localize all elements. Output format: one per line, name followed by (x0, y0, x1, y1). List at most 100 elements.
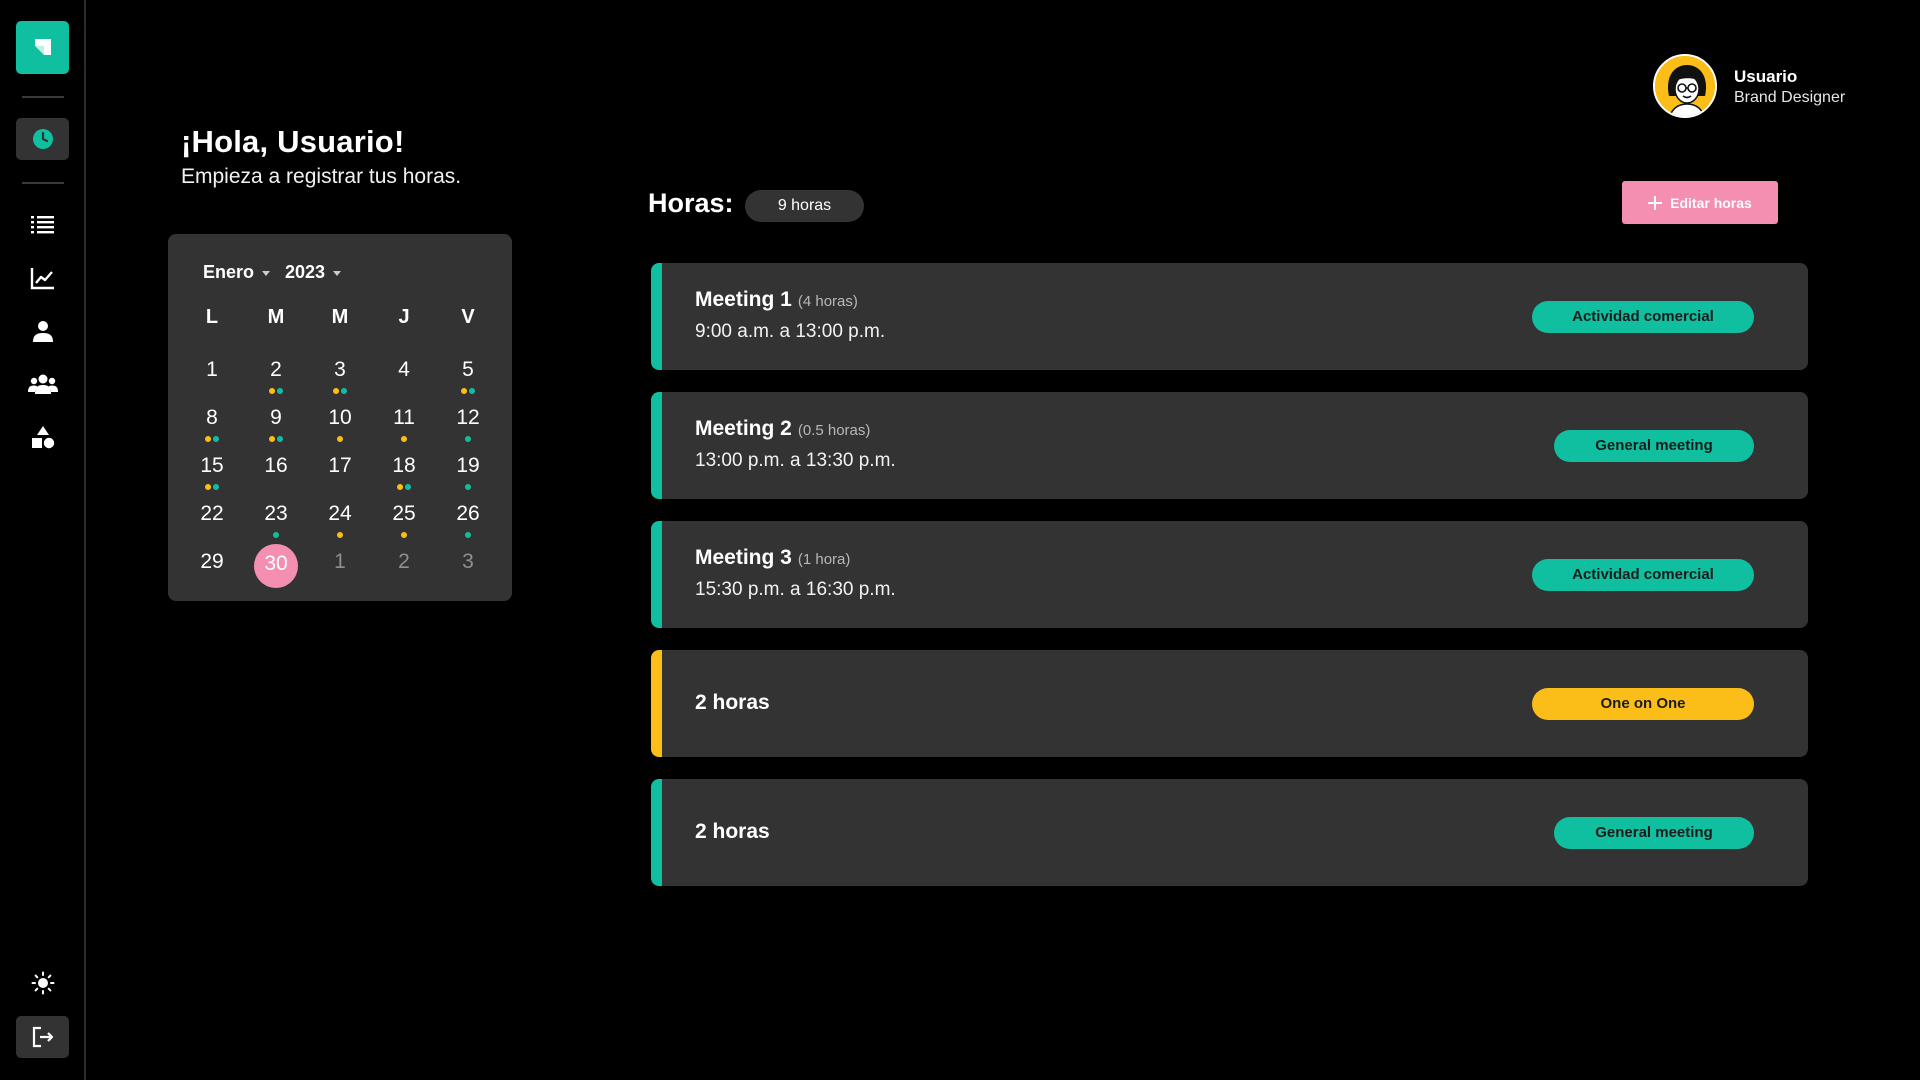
user-name: Usuario (1734, 67, 1798, 86)
nav-logout[interactable] (16, 1016, 69, 1058)
calendar-cell: 10 (308, 400, 372, 448)
nav-shapes[interactable] (16, 416, 69, 458)
event-indicator-dots (465, 532, 471, 538)
edit-hours-button[interactable]: Editar horas (1622, 181, 1778, 224)
calendar-day[interactable]: 1 (190, 352, 234, 396)
nav-user[interactable] (16, 310, 69, 352)
event-card[interactable]: 2 horas One on One (651, 650, 1808, 757)
calendar-cell: 15 (180, 448, 244, 496)
app-logo[interactable] (16, 21, 69, 74)
calendar-cell: 23 (244, 496, 308, 544)
event-dot (213, 436, 219, 442)
event-color-bar (651, 779, 662, 886)
event-indicator-dots (465, 484, 471, 490)
event-color-bar (651, 392, 662, 499)
calendar-cell: 17 (308, 448, 372, 496)
year-select[interactable]: 2023 (285, 262, 342, 283)
weekday-header-row: L M M J V (180, 304, 500, 352)
calendar-cell: 1 (308, 544, 372, 592)
group-icon (27, 374, 58, 394)
event-indicator-dots (397, 484, 411, 490)
event-title-row: 2 horas (695, 691, 770, 715)
event-title: 2 horas (695, 820, 770, 843)
nav-group[interactable] (16, 363, 69, 405)
event-title: Meeting 2 (695, 417, 792, 440)
sidebar (0, 0, 86, 1080)
event-card[interactable]: Meeting 1 (4 horas) 9:00 a.m. a 13:00 p.m.… (651, 263, 1808, 370)
event-duration: (1 hora) (797, 551, 851, 568)
event-dot (273, 532, 279, 538)
event-card[interactable]: Meeting 3 (1 hora) 15:30 p.m. a 16:30 p.m.… (651, 521, 1808, 628)
event-dot (205, 484, 211, 490)
calendar: Enero 2023 L M M J V 1 2 3 4 5 8 9 10 11 12 15 16 17… (168, 234, 512, 601)
event-indicator-dots (269, 436, 283, 442)
calendar-cell: 1 (180, 352, 244, 400)
event-dot (277, 436, 283, 442)
calendar-cell: 22 (180, 496, 244, 544)
calendar-day[interactable]: 1 (318, 544, 362, 588)
calendar-cell: 18 (372, 448, 436, 496)
event-title: 2 horas (695, 691, 770, 714)
calendar-cell: 19 (436, 448, 500, 496)
event-card[interactable]: 2 horas General meeting (651, 779, 1808, 886)
user-role: Brand Designer (1734, 89, 1846, 106)
clock-icon (32, 129, 53, 149)
calendar-week-row: 12345 (180, 352, 500, 400)
event-title: Meeting 3 (695, 546, 792, 569)
event-dot (337, 532, 343, 538)
weekday-label: J (398, 306, 410, 328)
nav-theme-toggle[interactable] (16, 962, 69, 1004)
nav-chart[interactable] (16, 257, 69, 299)
calendar-day[interactable]: 17 (318, 448, 362, 492)
logo-icon (34, 38, 51, 55)
event-indicator-dots (401, 532, 407, 538)
event-dot (333, 388, 339, 394)
event-card[interactable]: Meeting 2 (0.5 horas) 13:00 p.m. a 13:30 p… (651, 392, 1808, 499)
event-time: 13:00 p.m. a 13:30 p.m. (695, 450, 896, 471)
calendar-cell: 30 (244, 544, 308, 592)
nav-list[interactable] (16, 203, 69, 245)
event-indicator-dots (337, 532, 343, 538)
event-dot (205, 436, 211, 442)
avatar[interactable] (1653, 54, 1717, 118)
calendar-cell: 5 (436, 352, 500, 400)
event-category-tag[interactable]: General meeting (1554, 817, 1754, 849)
event-color-bar (651, 263, 662, 370)
event-indicator-dots (205, 484, 219, 490)
event-dot (269, 436, 275, 442)
chevron-down-icon (333, 271, 342, 276)
event-category-tag[interactable]: One on One (1532, 688, 1754, 720)
greeting-subtitle: Empieza a registrar tus horas. (181, 165, 462, 188)
calendar-cell: 8 (180, 400, 244, 448)
calendar-day[interactable]: 3 (446, 544, 490, 588)
month-select[interactable]: Enero (203, 262, 271, 283)
calendar-cell: 4 (372, 352, 436, 400)
calendar-day[interactable]: 22 (190, 496, 234, 540)
calendar-week-row: 15 16 17 18 19 (180, 448, 500, 496)
event-category-tag[interactable]: General meeting (1554, 430, 1754, 462)
event-dot (469, 388, 475, 394)
event-duration: (4 horas) (797, 293, 858, 310)
calendar-day[interactable]: 16 (254, 448, 298, 492)
event-title-row: Meeting 1 (4 horas) (695, 288, 858, 312)
calendar-day[interactable]: 2 (382, 544, 426, 588)
calendar-cell: 16 (244, 448, 308, 496)
event-indicator-dots (461, 388, 475, 394)
calendar-day-selected[interactable]: 30 (254, 544, 298, 588)
event-category-tag[interactable]: Actividad comercial (1532, 559, 1754, 591)
event-title-row: Meeting 3 (1 hora) (695, 546, 850, 570)
calendar-week-row: 22 23 24 25 26 (180, 496, 500, 544)
event-dot (213, 484, 219, 490)
nav-clock[interactable] (16, 118, 69, 160)
event-dot (269, 388, 275, 394)
weekday-label: M (331, 306, 349, 328)
plus-icon (1648, 195, 1663, 210)
calendar-day[interactable]: 29 (190, 544, 234, 588)
event-category-tag[interactable]: Actividad comercial (1532, 301, 1754, 333)
calendar-day[interactable]: 4 (382, 352, 426, 396)
user-icon (32, 321, 53, 342)
calendar-cell: 2 (244, 352, 308, 400)
chevron-down-icon (262, 271, 271, 276)
event-indicator-dots (401, 436, 407, 442)
hours-total-badge: 9 horas (745, 190, 864, 222)
